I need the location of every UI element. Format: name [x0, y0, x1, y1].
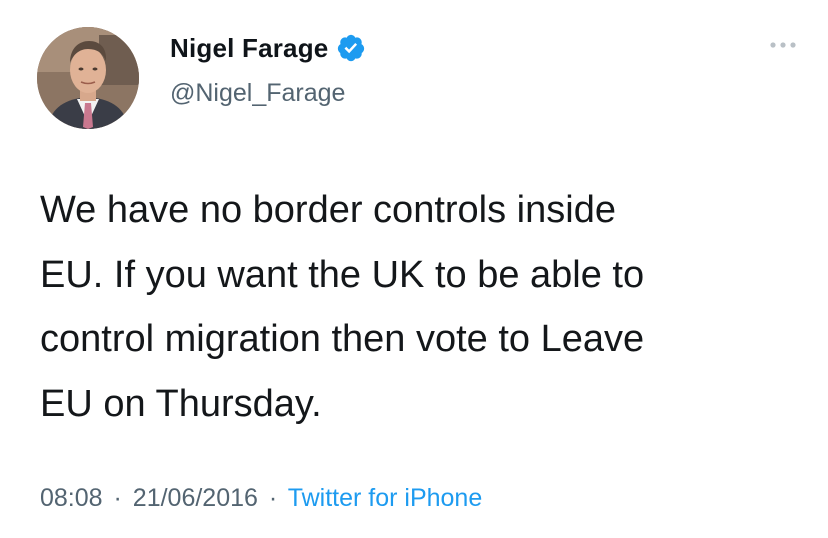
- user-handle[interactable]: @Nigel_Farage: [170, 76, 345, 110]
- avatar[interactable]: [37, 27, 139, 129]
- display-name[interactable]: Nigel Farage: [170, 30, 328, 66]
- avatar-photo: [37, 27, 139, 129]
- meta-separator: ·: [113, 484, 122, 512]
- more-options-icon[interactable]: [768, 38, 798, 52]
- meta-separator: ·: [268, 484, 278, 512]
- tweet-text: We have no border controls inside EU. If…: [40, 189, 645, 425]
- name-row: Nigel Farage: [170, 30, 366, 66]
- tweet-card: Nigel Farage @Nigel_Farage We have no bo…: [0, 0, 828, 538]
- verified-badge-icon: [338, 34, 365, 62]
- tweet-time[interactable]: 08:08: [40, 484, 103, 512]
- tweet-metadata: 08:08 · 21/06/2016 · Twitter for iPhone: [40, 478, 482, 518]
- tweet-source-link[interactable]: Twitter for iPhone: [288, 484, 483, 512]
- tweet-date[interactable]: 21/06/2016: [133, 484, 258, 512]
